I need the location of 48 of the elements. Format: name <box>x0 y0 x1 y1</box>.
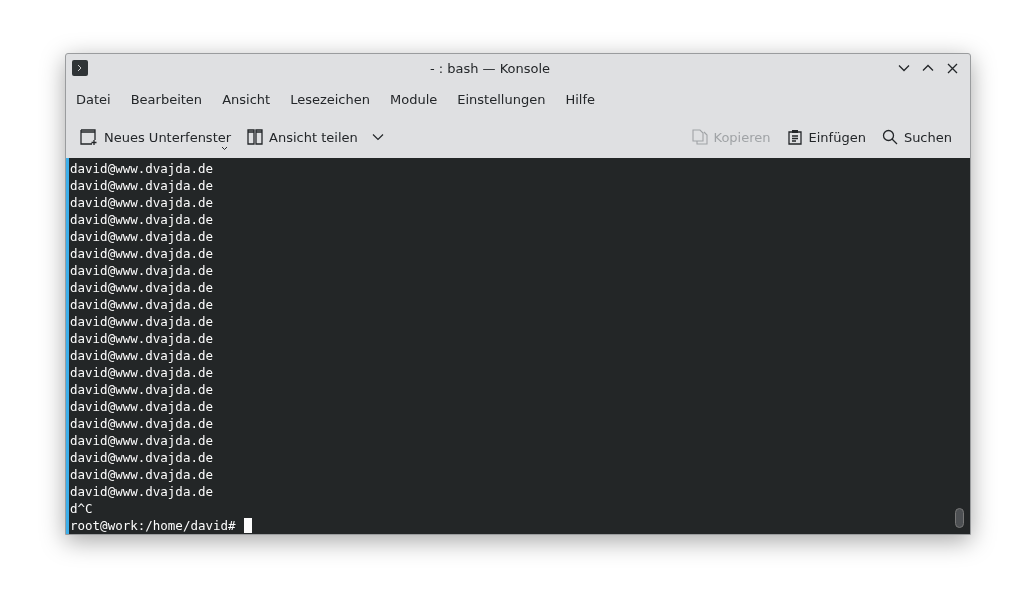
caret-icon <box>221 146 228 151</box>
terminal-area[interactable] <box>66 158 970 534</box>
terminal-line: david@www.dvajda.de <box>70 364 214 381</box>
copy-icon <box>691 129 708 145</box>
chevron-down-icon <box>898 64 910 72</box>
terminal-line: david@www.dvajda.de <box>70 262 214 279</box>
terminal-line: david@www.dvajda.de <box>70 432 214 449</box>
terminal-line: david@www.dvajda.de <box>70 177 214 194</box>
shell-prompt: root@work:/home/david# <box>70 517 236 534</box>
menu-item[interactable]: Ansicht <box>214 91 279 107</box>
menu-item[interactable]: Datei <box>68 91 119 107</box>
paste-button[interactable]: Einfügen <box>780 125 872 149</box>
close-icon <box>946 62 958 74</box>
search-button[interactable]: Suchen <box>875 125 958 149</box>
search-icon <box>881 129 898 145</box>
menu-item[interactable]: Bearbeiten <box>122 91 211 107</box>
scrollbar-handle[interactable] <box>955 508 964 528</box>
terminal-line: david@www.dvajda.de <box>70 449 214 466</box>
menu-item[interactable]: Module <box>382 91 446 107</box>
new-tab-button[interactable]: Neues Unterfenster <box>74 125 238 149</box>
chevron-down-icon <box>371 133 384 141</box>
terminal-line: david@www.dvajda.de <box>70 347 214 364</box>
clipboard-icon <box>786 129 803 145</box>
chevron-up-icon <box>922 64 934 72</box>
terminal-line: david@www.dvajda.de <box>70 279 214 296</box>
terminal-line: david@www.dvajda.de <box>70 483 214 500</box>
terminal-line: david@www.dvajda.de <box>70 330 214 347</box>
terminal-line: david@www.dvajda.de <box>70 211 214 228</box>
menu-item[interactable]: Hilfe <box>557 91 603 107</box>
terminal-line: david@www.dvajda.de <box>70 381 214 398</box>
terminal-line: david@www.dvajda.de <box>70 296 214 313</box>
menu-item[interactable]: Einstellungen <box>449 91 554 107</box>
terminal-line: david@www.dvajda.de <box>70 160 214 177</box>
terminal-line: david@www.dvajda.de <box>70 194 214 211</box>
window-title: - : bash — Konsole <box>428 60 552 76</box>
terminal-app-icon <box>72 60 88 76</box>
text-cursor <box>243 518 252 533</box>
split-button[interactable]: Ansicht teilen <box>241 125 390 149</box>
split-view-icon <box>247 129 264 145</box>
terminal-line: david@www.dvajda.de <box>70 398 214 415</box>
terminal-line: david@www.dvajda.de <box>70 313 214 330</box>
terminal-line: david@www.dvajda.de <box>70 245 214 262</box>
terminal-line: david@www.dvajda.de <box>70 415 214 432</box>
terminal-line: d^C <box>70 500 94 517</box>
terminal-line: david@www.dvajda.de <box>70 228 214 245</box>
new-tab-icon <box>80 129 98 145</box>
terminal-line: david@www.dvajda.de <box>70 466 214 483</box>
menu-item[interactable]: Lesezeichen <box>282 91 378 107</box>
